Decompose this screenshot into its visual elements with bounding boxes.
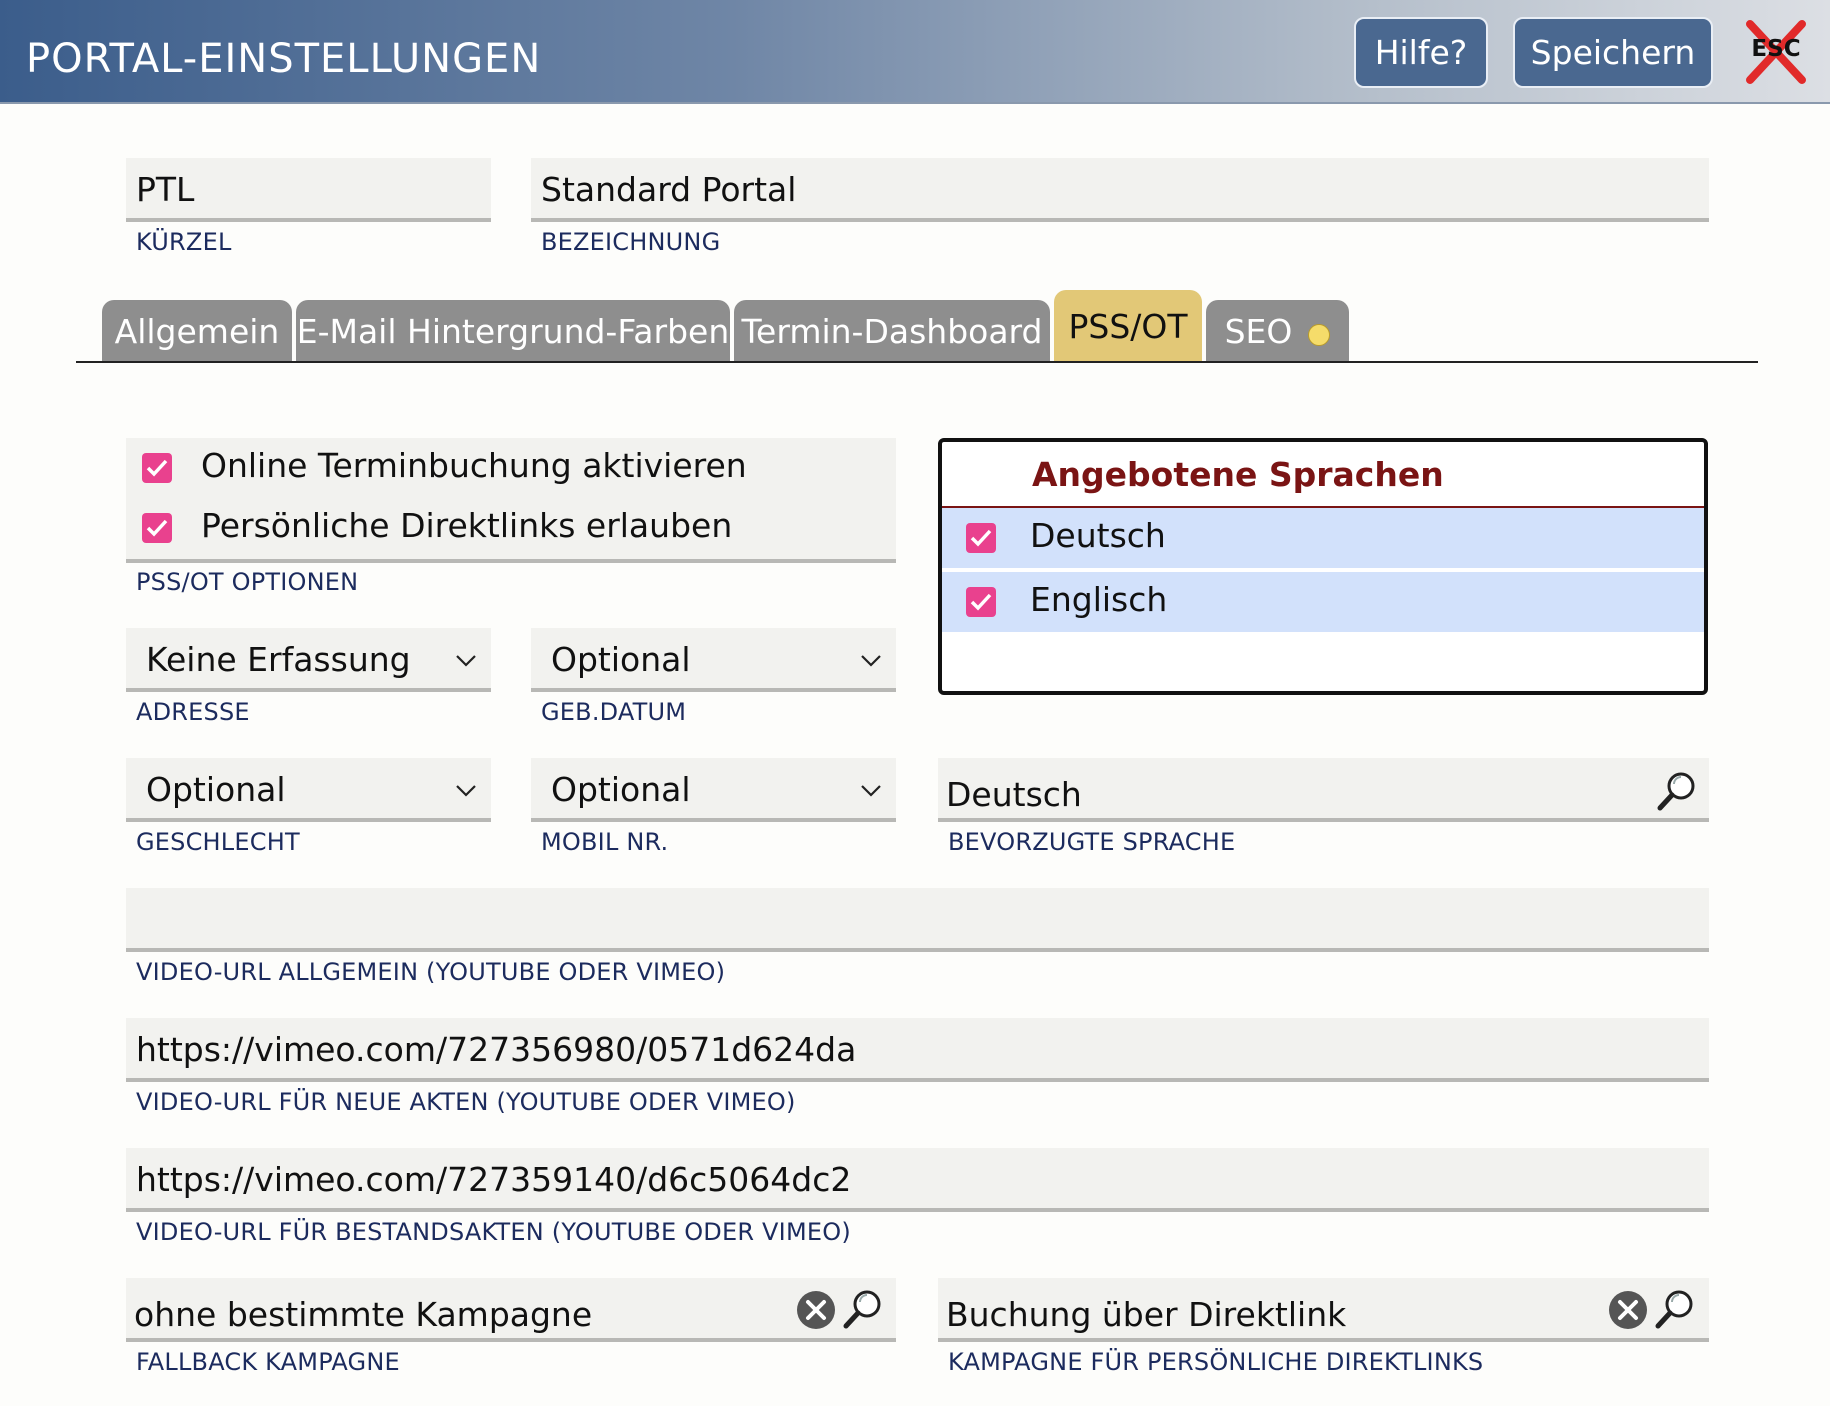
- checkbox-language-englisch[interactable]: [966, 587, 996, 617]
- kuerzel-value: PTL: [136, 170, 195, 209]
- language-label-englisch: Englisch: [1030, 580, 1168, 619]
- bezeichnung-label: BEZEICHNUNG: [541, 228, 721, 256]
- pss-ot-options-label: PSS/OT OPTIONEN: [136, 568, 359, 596]
- languages-box: Angebotene Sprachen Deutsch Englisch: [938, 438, 1708, 695]
- mobil-nr-label: MOBIL NR.: [541, 828, 669, 856]
- search-icon[interactable]: [1656, 770, 1698, 812]
- geschlecht-label: GESCHLECHT: [136, 828, 300, 856]
- fallback-kampagne-label: FALLBACK KAMPAGNE: [136, 1348, 400, 1376]
- geb-datum-value: Optional: [551, 640, 691, 679]
- checkbox-online-terminbuchung[interactable]: [142, 453, 172, 483]
- option-label-persoenliche-direktlinks: Persönliche Direktlinks erlauben: [201, 506, 733, 545]
- video-url-neue-akten-input[interactable]: https://vimeo.com/727356980/0571d624da: [126, 1018, 1709, 1082]
- tab-email-hintergrund-farben[interactable]: E-Mail Hintergrund-Farben: [296, 300, 730, 362]
- geb-datum-label: GEB.DATUM: [541, 698, 687, 726]
- fallback-kampagne-input[interactable]: ohne bestimmte Kampagne: [126, 1278, 896, 1342]
- video-url-bestandsakten-label: VIDEO-URL FÜR BESTANDSAKTEN (YOUTUBE ODE…: [136, 1218, 851, 1246]
- language-row-deutsch[interactable]: Deutsch: [942, 508, 1704, 568]
- pss-ot-options-group: Online Terminbuchung aktivieren Persönli…: [126, 438, 896, 563]
- adresse-select[interactable]: Keine Erfassung: [126, 628, 491, 692]
- video-url-neue-akten-label: VIDEO-URL FÜR NEUE AKTEN (YOUTUBE ODER V…: [136, 1088, 796, 1116]
- video-url-bestandsakten-value: https://vimeo.com/727359140/d6c5064dc2: [136, 1160, 852, 1199]
- geb-datum-select[interactable]: Optional: [531, 628, 896, 692]
- tab-termin-dashboard[interactable]: Termin-Dashboard: [734, 300, 1050, 362]
- adresse-label: ADRESSE: [136, 698, 250, 726]
- language-label-deutsch: Deutsch: [1030, 516, 1166, 555]
- tab-pss-ot[interactable]: PSS/OT: [1054, 290, 1202, 362]
- tab-seo[interactable]: SEO: [1206, 300, 1349, 362]
- search-icon[interactable]: [842, 1288, 884, 1330]
- kampagne-direktlinks-label: KAMPAGNE FÜR PERSÖNLICHE DIREKTLINKS: [948, 1348, 1484, 1376]
- bevorzugte-sprache-value: Deutsch: [946, 775, 1082, 814]
- languages-title: Angebotene Sprachen: [1032, 455, 1444, 494]
- language-row-englisch[interactable]: Englisch: [942, 570, 1704, 632]
- chevron-down-icon: [861, 655, 881, 667]
- option-label-online-terminbuchung: Online Terminbuchung aktivieren: [201, 446, 747, 485]
- kampagne-direktlinks-input[interactable]: Buchung über Direktlink: [938, 1278, 1709, 1342]
- checkbox-language-deutsch[interactable]: [966, 523, 996, 553]
- bezeichnung-value: Standard Portal: [541, 170, 797, 209]
- checkmark-icon: [970, 593, 992, 611]
- bezeichnung-input[interactable]: Standard Portal: [531, 158, 1709, 222]
- checkmark-icon: [146, 459, 168, 477]
- checkbox-persoenliche-direktlinks[interactable]: [142, 513, 172, 543]
- mobil-nr-value: Optional: [551, 770, 691, 809]
- esc-label: ESC: [1751, 36, 1801, 62]
- bevorzugte-sprache-label: BEVORZUGTE SPRACHE: [948, 828, 1236, 856]
- video-url-allgemein-label: VIDEO-URL ALLGEMEIN (YOUTUBE ODER VIMEO): [136, 958, 726, 986]
- page-title: PORTAL-EINSTELLUNGEN: [26, 36, 542, 82]
- geschlecht-select[interactable]: Optional: [126, 758, 491, 822]
- clear-icon[interactable]: [796, 1290, 836, 1330]
- geschlecht-value: Optional: [146, 770, 286, 809]
- video-url-allgemein-input[interactable]: [126, 888, 1709, 952]
- chevron-down-icon: [456, 785, 476, 797]
- video-url-neue-akten-value: https://vimeo.com/727356980/0571d624da: [136, 1030, 857, 1069]
- mobil-nr-select[interactable]: Optional: [531, 758, 896, 822]
- clear-icon[interactable]: [1608, 1290, 1648, 1330]
- seo-status-dot-icon: [1308, 324, 1331, 346]
- checkmark-icon: [970, 529, 992, 547]
- bevorzugte-sprache-input[interactable]: Deutsch: [938, 758, 1709, 822]
- tab-divider: [76, 361, 1758, 363]
- help-button[interactable]: Hilfe?: [1354, 17, 1488, 88]
- kuerzel-label: KÜRZEL: [136, 228, 232, 256]
- esc-close-button[interactable]: ESC: [1744, 20, 1808, 84]
- checkmark-icon: [146, 519, 168, 537]
- chevron-down-icon: [456, 655, 476, 667]
- video-url-bestandsakten-input[interactable]: https://vimeo.com/727359140/d6c5064dc2: [126, 1148, 1709, 1212]
- chevron-down-icon: [861, 785, 881, 797]
- kampagne-direktlinks-value: Buchung über Direktlink: [946, 1295, 1347, 1334]
- adresse-value: Keine Erfassung: [146, 640, 411, 679]
- kuerzel-input[interactable]: PTL: [126, 158, 491, 222]
- save-button[interactable]: Speichern: [1513, 17, 1713, 88]
- tab-allgemein[interactable]: Allgemein: [102, 300, 292, 362]
- fallback-kampagne-value: ohne bestimmte Kampagne: [134, 1295, 593, 1334]
- tab-seo-label: SEO: [1224, 311, 1293, 351]
- search-icon[interactable]: [1654, 1288, 1696, 1330]
